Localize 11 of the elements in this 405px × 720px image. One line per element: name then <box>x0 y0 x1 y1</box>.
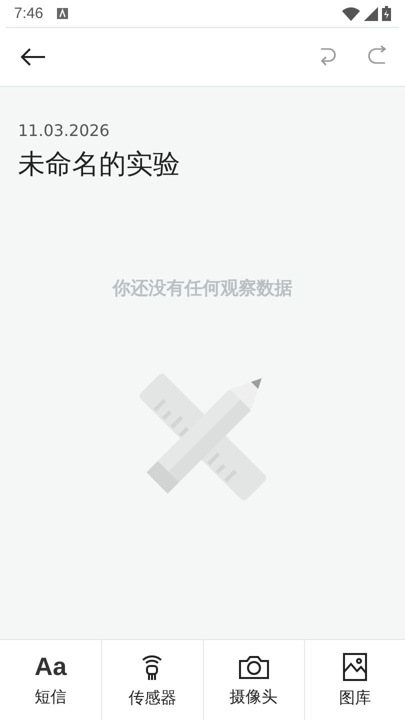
notification-icon <box>57 8 68 19</box>
battery-icon <box>382 6 391 21</box>
image-icon <box>342 652 368 682</box>
back-arrow-icon <box>20 47 46 67</box>
empty-message: 你还没有任何观察数据 <box>112 277 292 300</box>
text-format-icon: Aa <box>34 652 67 680</box>
signal-icon <box>364 6 378 20</box>
experiment-title: 未命名的实验 <box>18 148 180 182</box>
experiment-date: 11.03.2026 <box>18 121 110 140</box>
status-time: 7:46 <box>14 5 44 22</box>
wifi-icon <box>342 6 360 20</box>
